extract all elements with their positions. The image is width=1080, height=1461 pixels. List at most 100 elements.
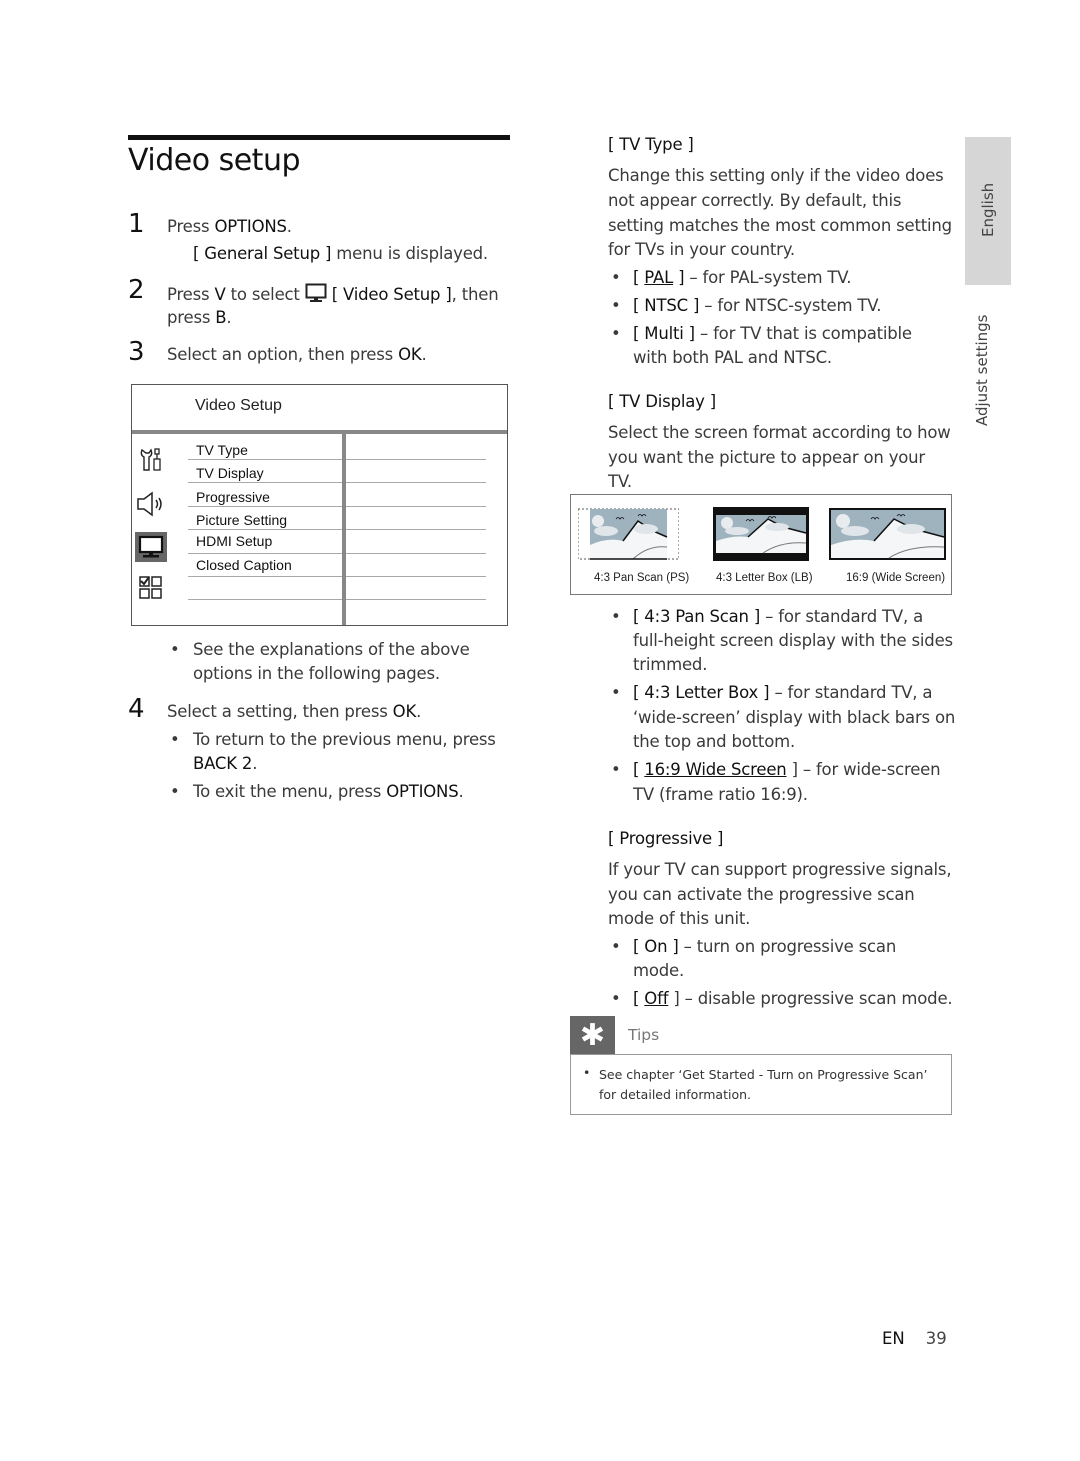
tv-type-desc: setting matches the most common setting bbox=[608, 216, 952, 235]
thumb-label-wide-screen: 16:9 (Wide Screen) bbox=[846, 572, 946, 584]
tips-box: • See chapter ‘Get Started - Turn on Pro… bbox=[570, 1054, 952, 1115]
back-key: BACK 2 bbox=[193, 754, 253, 773]
tv-type-heading: [ TV Type ] bbox=[608, 135, 694, 154]
step-text: . bbox=[286, 217, 292, 236]
tips-text: See chapter ‘Get Started - Turn on Progr… bbox=[599, 1065, 944, 1105]
bullet: • bbox=[583, 1065, 591, 1080]
step-text: . bbox=[252, 754, 258, 773]
language-tab[interactable]: English bbox=[965, 137, 1011, 285]
options-key: OPTIONS bbox=[386, 782, 459, 801]
menu-item-closed-caption[interactable]: Closed Caption bbox=[196, 557, 292, 573]
menu-item-tv-type[interactable]: TV Type bbox=[196, 442, 248, 458]
down-key: V bbox=[214, 285, 226, 304]
option-pan-scan: [ 4:3 Pan Scan ] – for standard TV, a bbox=[633, 607, 923, 626]
option-desc: ] – for wide-screen bbox=[786, 760, 941, 779]
tv-type-desc: for TVs in your country. bbox=[608, 240, 795, 259]
option-ntsc: [ NTSC ] – for NTSC-system TV. bbox=[633, 296, 881, 315]
step-text: . bbox=[226, 308, 232, 327]
page-number: 39 bbox=[925, 1329, 947, 1348]
option-desc: trimmed. bbox=[633, 655, 708, 674]
menu-row-line bbox=[346, 506, 486, 507]
section-tab-label: Adjust settings bbox=[973, 314, 991, 426]
option-multi: [ Multi ] – for TV that is compatible bbox=[633, 324, 912, 343]
video-setup-label: [ Video Setup ] bbox=[326, 285, 452, 304]
menu-separator bbox=[132, 430, 507, 434]
step-4-text: Select a setting, then press OK. bbox=[167, 702, 421, 721]
ntsc-label: NTSC bbox=[644, 296, 688, 315]
bracket: ] bbox=[687, 296, 700, 315]
menu-row-line bbox=[346, 529, 486, 530]
off-default: Off bbox=[644, 989, 669, 1008]
wide-screen-default: 16:9 Wide Screen bbox=[644, 760, 787, 779]
option-desc: the top and bottom. bbox=[633, 732, 796, 751]
option-desc: ‘wide-screen’ display with black bars on bbox=[633, 708, 956, 727]
options-key: OPTIONS bbox=[214, 217, 287, 236]
menu-row-line bbox=[346, 553, 486, 554]
menu-item-picture-setting[interactable]: Picture Setting bbox=[196, 512, 287, 528]
step-number: 2 bbox=[128, 275, 145, 305]
page-footer: EN 39 bbox=[882, 1329, 947, 1348]
menu-item-tv-display[interactable]: TV Display bbox=[196, 465, 264, 481]
bracket: ] bbox=[673, 268, 685, 287]
menu-row-line bbox=[346, 482, 486, 483]
tv-display-desc: you want the picture to appear on your bbox=[608, 448, 925, 467]
menu-row-line bbox=[188, 553, 342, 554]
step-text: Select a setting, then press bbox=[167, 702, 393, 721]
option-wide-screen: [ 16:9 Wide Screen ] – for wide-screen bbox=[633, 760, 941, 779]
bullet: • bbox=[611, 324, 621, 343]
bullet-text: BACK 2. bbox=[193, 754, 257, 773]
step-number: 1 bbox=[128, 209, 145, 239]
step-1-result: [ General Setup ] menu is displayed. bbox=[193, 244, 488, 263]
pan-scan-label: [ 4:3 Pan Scan ] bbox=[633, 607, 761, 626]
progressive-desc: mode of this unit. bbox=[608, 909, 751, 928]
ok-key: OK bbox=[398, 345, 422, 364]
menu-item-hdmi-setup[interactable]: HDMI Setup bbox=[196, 533, 272, 549]
step-1-text: Press OPTIONS. bbox=[167, 217, 292, 236]
menu-row-line bbox=[188, 506, 342, 507]
tv-display-heading: [ TV Display ] bbox=[608, 392, 716, 411]
tv-display-desc: Select the screen format according to ho… bbox=[608, 423, 951, 442]
display-format-illustration: 4:3 Pan Scan (PS) 4:3 Letter Box (LB) 16… bbox=[570, 494, 952, 595]
bracket: [ bbox=[633, 268, 645, 287]
option-desc: – for NTSC-system TV. bbox=[699, 296, 882, 315]
step-text: Select an option, then press bbox=[167, 345, 399, 364]
bullet-text: See the explanations of the above bbox=[193, 640, 470, 659]
option-letter-box: [ 4:3 Letter Box ] – for standard TV, a bbox=[633, 683, 932, 702]
option-desc: with both PAL and NTSC. bbox=[633, 348, 832, 367]
language-tab-label: English bbox=[979, 182, 997, 237]
speaker-icon[interactable] bbox=[135, 489, 167, 519]
bracket: [ bbox=[633, 324, 645, 343]
tv-monitor-icon bbox=[305, 283, 327, 307]
asterisk-tip-icon: ✱ bbox=[570, 1016, 615, 1054]
pan-scan-thumbnail bbox=[577, 507, 680, 561]
letter-box-label: [ 4:3 Letter Box ] bbox=[633, 683, 770, 702]
step-text: To exit the menu, press bbox=[193, 782, 387, 801]
bullet-text: To exit the menu, press OPTIONS. bbox=[193, 782, 464, 801]
tv-monitor-icon[interactable] bbox=[135, 532, 167, 562]
bullet: • bbox=[611, 296, 621, 315]
wide-screen-thumbnail bbox=[829, 507, 946, 561]
tips-label: Tips bbox=[628, 1026, 660, 1044]
bullet-text: To return to the previous menu, press bbox=[193, 730, 496, 749]
menu-row-line bbox=[346, 599, 486, 600]
menu-row-line bbox=[188, 599, 342, 600]
step-number: 4 bbox=[128, 694, 145, 724]
tv-type-desc: Change this setting only if the video do… bbox=[608, 166, 944, 185]
option-desc: ] – disable progressive scan mode. bbox=[668, 989, 953, 1008]
step-3-text: Select an option, then press OK. bbox=[167, 345, 427, 364]
bullet: • bbox=[611, 989, 621, 1008]
title-rule bbox=[128, 135, 510, 140]
bracket: [ bbox=[633, 296, 645, 315]
general-setup-label: [ General Setup ] bbox=[193, 244, 332, 263]
step-text: Press bbox=[167, 217, 215, 236]
option-desc: mode. bbox=[633, 961, 685, 980]
bullet: • bbox=[611, 683, 621, 702]
preferences-grid-icon[interactable] bbox=[135, 573, 167, 603]
tips-line: See chapter ‘Get Started - Turn on Progr… bbox=[599, 1067, 928, 1082]
thumb-label-pan-scan: 4:3 Pan Scan (PS) bbox=[594, 572, 690, 584]
step-text: . bbox=[458, 782, 464, 801]
menu-item-progressive[interactable]: Progressive bbox=[196, 489, 270, 505]
bullet: • bbox=[611, 760, 621, 779]
tools-icon[interactable] bbox=[135, 445, 167, 475]
option-desc: full-height screen display with the side… bbox=[633, 631, 953, 650]
